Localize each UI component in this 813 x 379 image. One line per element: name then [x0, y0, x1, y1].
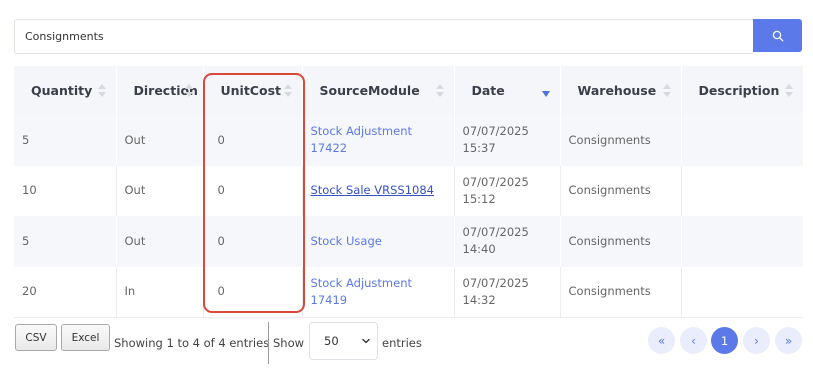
- sort-icon: [283, 84, 292, 98]
- cell-quantity: 10: [14, 165, 117, 216]
- cell-direction: Out: [116, 165, 204, 216]
- cell-quantity: 5: [14, 115, 117, 166]
- column-header-label: Description: [698, 83, 780, 98]
- search-input[interactable]: [14, 19, 753, 54]
- sort-icon: [784, 84, 793, 98]
- sort-icon: [435, 84, 444, 98]
- cell-sourcemodule: Stock Adjustment 17422: [302, 115, 455, 166]
- csv-export-button[interactable]: CSV: [15, 324, 57, 351]
- prev-page-button[interactable]: ‹: [680, 327, 707, 354]
- excel-export-label: Excel: [71, 331, 100, 344]
- table-info-text: Showing 1 to 4 of 4 entries: [114, 336, 270, 350]
- column-header-label: Date: [471, 83, 505, 98]
- csv-export-label: CSV: [25, 331, 47, 344]
- table-header-row: Quantity Direction UnitCost SourceModule…: [14, 66, 804, 115]
- chevron-down-icon: [362, 338, 370, 344]
- page-size-select[interactable]: 50: [309, 322, 378, 360]
- page-number: 1: [720, 333, 729, 348]
- column-header-label: UnitCost: [220, 83, 282, 98]
- table-row: 10 Out 0 Stock Sale VRSS1084 07/07/2025 …: [14, 165, 803, 216]
- cell-unitcost: 0: [203, 216, 303, 267]
- cell-warehouse: Consignments: [560, 115, 682, 166]
- next-page-icon: ›: [754, 333, 759, 348]
- column-header-direction[interactable]: Direction: [116, 66, 204, 115]
- cell-unitcost: 0: [203, 266, 303, 317]
- cell-warehouse: Consignments: [560, 266, 682, 317]
- table-row: 20 In 0 Stock Adjustment 17419 07/07/202…: [14, 266, 803, 317]
- column-header-label: Quantity: [31, 83, 93, 98]
- pagination: « ‹ 1 › »: [648, 327, 803, 355]
- sort-icon: [662, 84, 671, 98]
- cell-sourcemodule: Stock Sale VRSS1084: [302, 165, 455, 216]
- source-module-link[interactable]: Stock Sale VRSS1084: [311, 183, 434, 197]
- column-header-label: Warehouse: [577, 83, 657, 98]
- source-module-link[interactable]: Stock Adjustment 17419: [311, 276, 413, 307]
- cell-direction: In: [116, 266, 204, 317]
- cell-date: 07/07/2025 15:37: [454, 115, 561, 166]
- next-page-button[interactable]: ›: [743, 327, 770, 354]
- table-footer: CSV Excel Showing 1 to 4 of 4 entries Sh…: [14, 322, 803, 364]
- sort-descending-icon: [541, 91, 550, 97]
- column-header-date[interactable]: Date: [454, 66, 561, 115]
- cell-unitcost: 0: [203, 115, 303, 166]
- page-1-button[interactable]: 1: [711, 327, 738, 354]
- sort-icon: [97, 84, 106, 98]
- cell-direction: Out: [116, 216, 204, 267]
- cell-sourcemodule: Stock Usage: [302, 216, 455, 267]
- column-header-sourcemodule[interactable]: SourceModule: [302, 66, 455, 115]
- first-page-icon: «: [657, 333, 666, 348]
- footer-divider: [268, 322, 269, 364]
- last-page-button[interactable]: »: [775, 327, 802, 354]
- cell-quantity: 5: [14, 216, 117, 267]
- table-row: 5 Out 0 Stock Usage 07/07/2025 14:40 Con…: [14, 216, 803, 267]
- column-header-warehouse[interactable]: Warehouse: [560, 66, 682, 115]
- cell-warehouse: Consignments: [560, 216, 682, 267]
- column-header-label: SourceModule: [319, 83, 420, 98]
- sort-icon: [184, 84, 193, 98]
- column-header-description[interactable]: Description: [681, 66, 804, 115]
- stock-movements-table: Quantity Direction UnitCost SourceModule…: [14, 66, 804, 318]
- excel-export-button[interactable]: Excel: [61, 324, 110, 351]
- search-button[interactable]: [753, 19, 802, 52]
- source-module-link[interactable]: Stock Adjustment 17422: [311, 124, 413, 155]
- cell-description: [681, 165, 803, 216]
- first-page-button[interactable]: «: [648, 327, 675, 354]
- prev-page-icon: ‹: [691, 333, 696, 348]
- cell-description: [681, 266, 803, 317]
- column-header-unitcost[interactable]: UnitCost: [203, 66, 303, 115]
- cell-direction: Out: [116, 115, 204, 166]
- last-page-icon: »: [784, 333, 793, 348]
- cell-date: 07/07/2025 14:32: [454, 266, 561, 317]
- cell-description: [681, 216, 803, 267]
- show-label: Show: [273, 336, 305, 350]
- entries-label: entries: [382, 336, 422, 350]
- search-bar: [14, 19, 802, 54]
- page-size-value: 50: [324, 334, 339, 348]
- cell-quantity: 20: [14, 266, 117, 317]
- cell-sourcemodule: Stock Adjustment 17419: [302, 266, 455, 317]
- cell-unitcost: 0: [203, 165, 303, 216]
- search-icon: [772, 30, 783, 41]
- cell-warehouse: Consignments: [560, 165, 682, 216]
- cell-date: 07/07/2025 14:40: [454, 216, 561, 267]
- table-row: 5 Out 0 Stock Adjustment 17422 07/07/202…: [14, 115, 803, 166]
- cell-description: [681, 115, 803, 166]
- source-module-link[interactable]: Stock Usage: [311, 234, 382, 248]
- cell-date: 07/07/2025 15:12: [454, 165, 561, 216]
- column-header-quantity[interactable]: Quantity: [14, 66, 117, 115]
